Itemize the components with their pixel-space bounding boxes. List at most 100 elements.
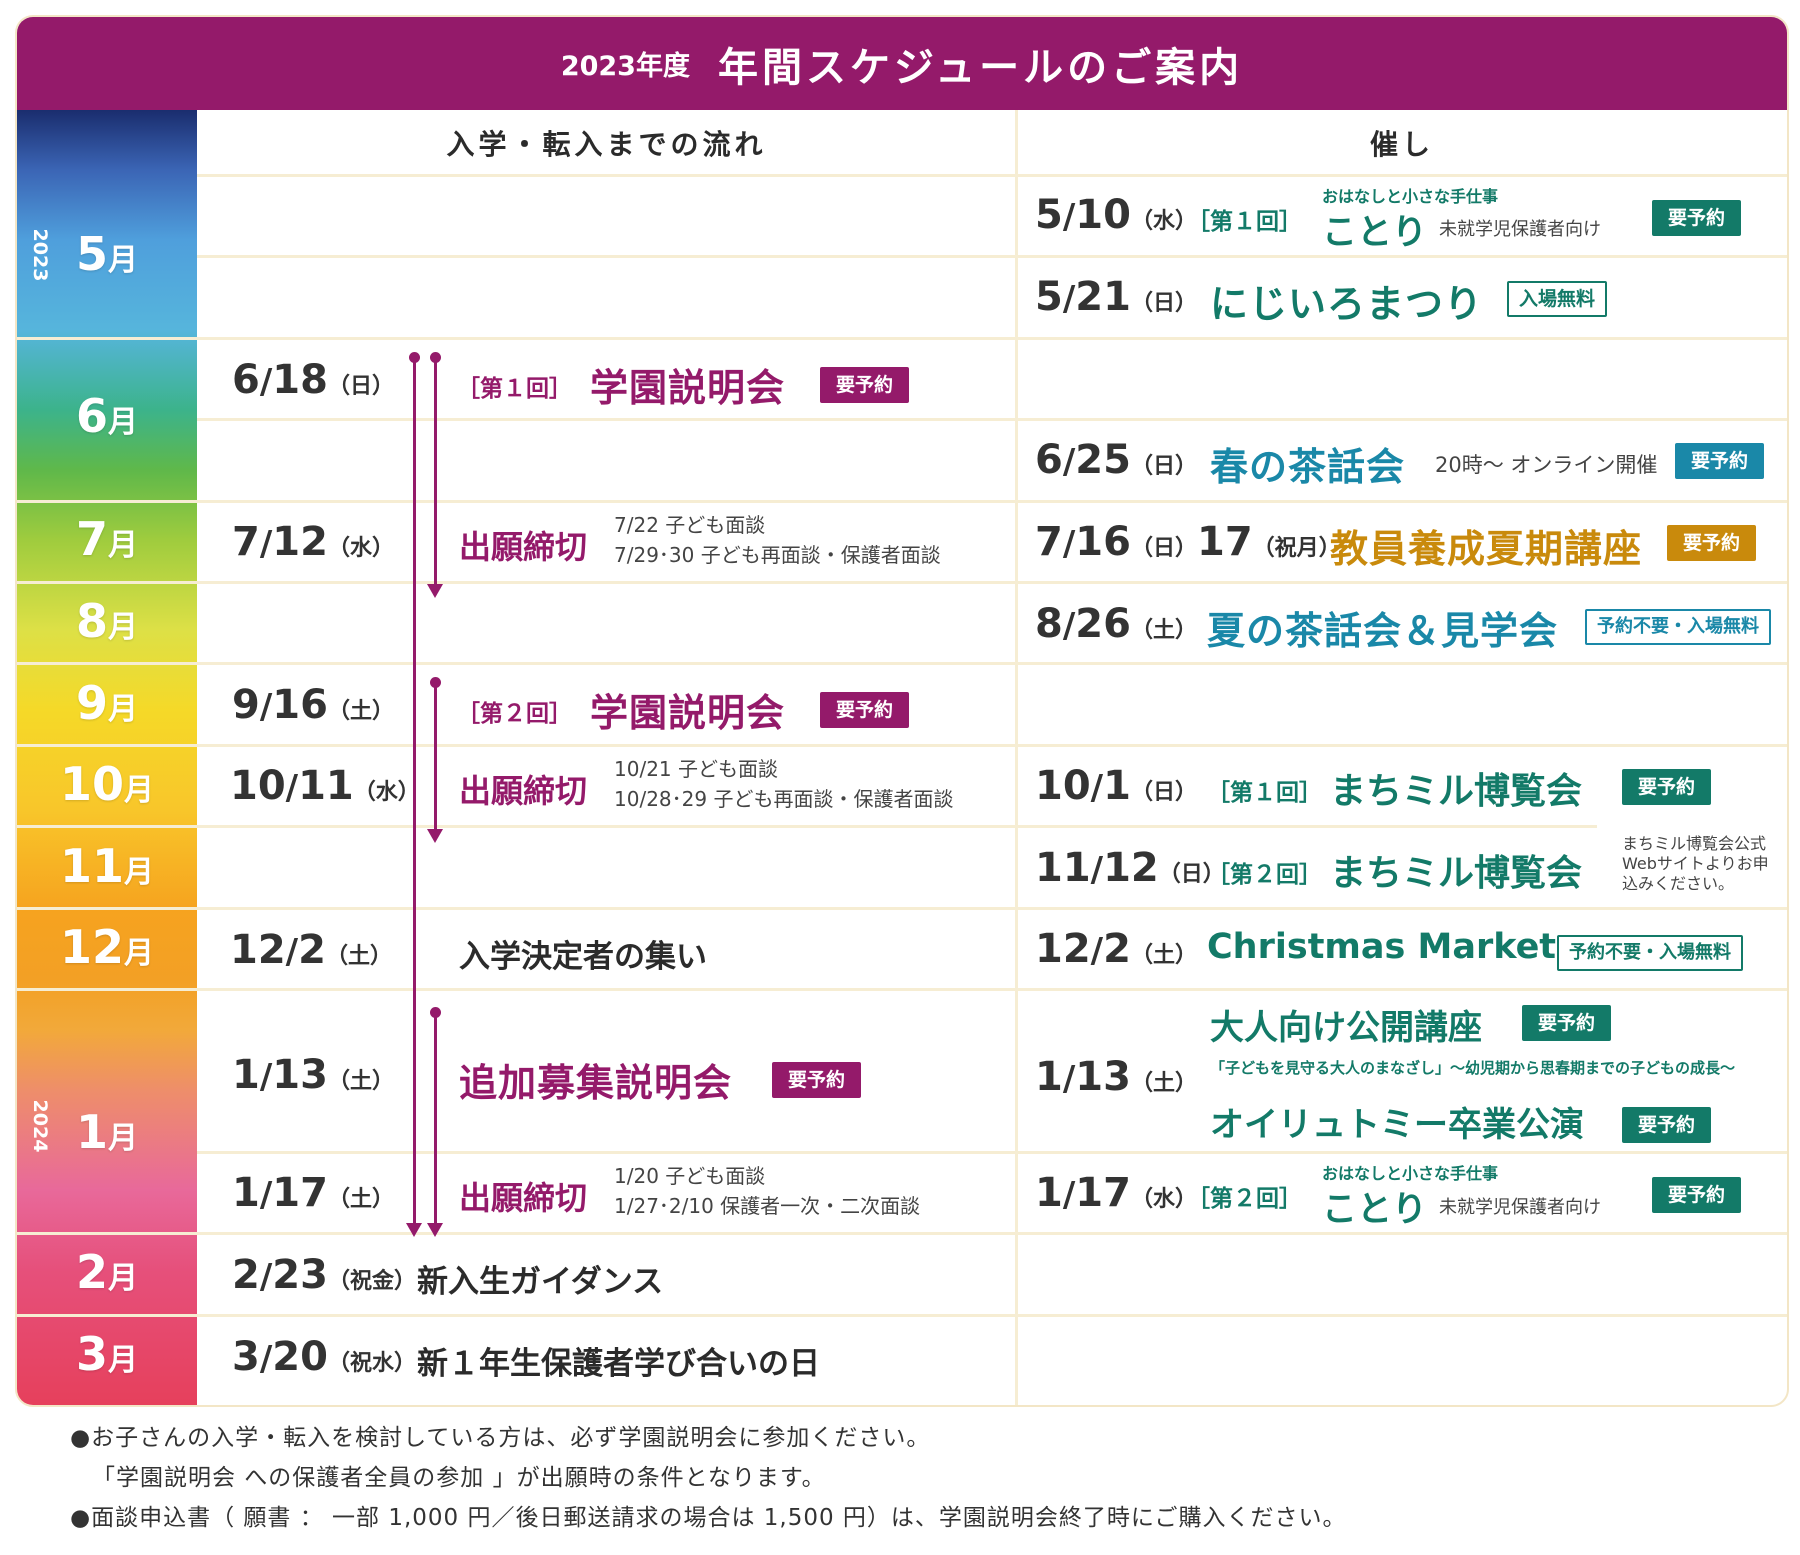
event-date: 5/10（水） [1035,192,1197,238]
event-title: ことり [1322,1190,1428,1230]
month-february: 2月 [75,1245,138,1299]
month-august: 8月 [75,594,138,648]
flow-event-title: 出願締切 [459,1179,588,1217]
flow-event-title: 新１年生保護者学び合いの日 [417,1346,820,1382]
month-september: 9月 [75,676,138,730]
event-date: 1/13（土） [1035,1054,1197,1100]
reservation-badge: 要予約 [772,1062,862,1098]
footnotes: ●お子さんの入学・転入を検討している方は、必ず学園説明会に参加ください。 「学園… [70,1418,1346,1538]
flow-note: 10/21 子ども面談 [614,757,778,781]
reservation-badge: 要予約 [1622,769,1712,805]
event-subtitle: 「子どもを見守る大人のまなざし」〜幼児期から思春期までの子どもの成長〜 [1210,1059,1736,1077]
round-label: ［第２回］ [1207,862,1322,888]
footnote: ●面談申込書（ 願書 ： 一部 1,000 円／後日郵送請求の場合は 1,500… [70,1505,1347,1531]
reservation-badge: 要予約 [1667,525,1757,561]
row-divider [17,907,1787,910]
event-date: 7/16（日）17（祝月） [1035,519,1341,565]
row-divider [17,988,1787,991]
registration-note-line: 込みください。 [1622,874,1735,893]
event-date: 1/17（水） [1035,1170,1197,1216]
row-divider [17,662,1787,665]
month-may: 5月 [75,227,138,281]
timeline-start-dot [430,1007,441,1018]
row-divider [197,174,1787,177]
reservation-badge: 要予約 [820,367,910,403]
row-divider [17,1232,1787,1235]
fiscal-year: 2023年度 [560,51,690,82]
month-january: 1月 [75,1105,138,1159]
reservation-badge: 要予約 [1652,1177,1742,1213]
page-title: 年間スケジュールのご案内 [717,44,1244,91]
flow-column-header: 入学・転入までの流れ [446,127,767,161]
timeline-arrowhead [406,1223,422,1237]
event-audience: 未就学児保護者向け [1439,1197,1601,1218]
round-label: ［第１回］ [1187,209,1302,235]
event-title: 春の茶話会 [1210,445,1406,489]
row-divider [17,500,1787,503]
event-date: 5/21（日） [1035,274,1197,320]
event-title: 夏の茶話会＆見学会 [1207,609,1559,653]
timeline-arrowhead [427,584,443,598]
event-date: 8/26（土） [1035,601,1197,647]
flow-event-title: 追加募集説明会 [459,1061,733,1105]
flow-date: 1/13（土） [232,1052,394,1098]
month-march: 3月 [75,1327,138,1381]
event-title: Christmas Market [1207,927,1557,967]
reservation-badge: 要予約 [1675,443,1765,479]
event-date: 11/12（日） [1035,845,1225,891]
flow-note: 1/20 子ども面談 [614,1164,766,1188]
flow-date: 7/12（水） [232,519,394,565]
flow-note: 10/28･29 子ども再面談・保護者面談 [614,787,954,811]
timeline-arrow-line [434,682,437,832]
month-december: 12月 [59,920,154,974]
round-label: ［第１回］ [457,376,572,402]
month-november: 11月 [59,839,154,893]
timeline-arrow-line [434,357,437,587]
flow-event-title: 出願締切 [459,528,588,566]
title-banner: 2023年度 年間スケジュールのご案内 [17,17,1787,110]
event-title: ことり [1322,213,1428,253]
row-divider [17,825,1597,828]
event-title: にじいろまつり [1210,282,1484,326]
flow-date: 2/23（祝金） [232,1252,416,1298]
free-entry-badge: 入場無料 [1507,281,1608,317]
free-entry-badge: 予約不要・入場無料 [1585,609,1771,645]
flow-date: 12/2（土） [230,927,392,973]
flow-event-title: 入学決定者の集い [459,939,707,975]
event-date: 6/25（日） [1035,437,1197,483]
column-divider [1015,110,1018,1405]
month-july: 7月 [75,512,138,566]
event-title: 教員養成夏期講座 [1330,527,1643,571]
flow-date: 10/11（水） [230,763,420,809]
events-column-header: 催し [1369,127,1434,161]
reservation-badge: 要予約 [1622,1107,1712,1143]
timeline-start-dot [430,677,441,688]
flow-note: 7/29･30 子ども再面談・保護者面談 [614,543,941,567]
event-title: 大人向け公開講座 [1210,1008,1482,1048]
footnote: 「学園説明会 への保護者全員の参加 」が出願時の条件となります。 [92,1465,826,1491]
flow-event-title: 学園説明会 [590,366,786,410]
round-label: ［第１回］ [1207,780,1322,806]
free-entry-badge: 予約不要・入場無料 [1557,935,1743,971]
row-divider [17,1314,1787,1317]
event-title: オイリュトミー卒業公演 [1210,1105,1584,1145]
event-date: 10/1（日） [1035,763,1197,809]
event-title: まちミル博覧会 [1330,771,1583,812]
schedule-panel: 2023年度 年間スケジュールのご案内 入学・転入までの流れ 催し 2023 2… [15,15,1789,1407]
event-title: まちミル博覧会 [1330,853,1583,894]
flow-note: 7/22 子ども面談 [614,513,766,537]
flow-date: 3/20（祝水） [232,1334,416,1380]
flow-date: 9/16（土） [232,682,394,728]
flow-note: 1/27･2/10 保護者一次・二次面談 [614,1194,921,1218]
timeline-start-dot [409,352,420,363]
flow-event-title: 学園説明会 [590,691,786,735]
flow-date: 1/17（土） [232,1170,394,1216]
footnote: ●お子さんの入学・転入を検討している方は、必ず学園説明会に参加ください。 [70,1425,931,1451]
timeline-arrowhead [427,1223,443,1237]
row-divider [17,337,1787,340]
timeline-start-dot [430,352,441,363]
round-label: ［第２回］ [457,701,572,727]
flow-date: 6/18（日） [232,357,394,403]
timeline-arrow-line [434,1012,437,1227]
flow-event-title: 新入生ガイダンス [417,1264,664,1300]
